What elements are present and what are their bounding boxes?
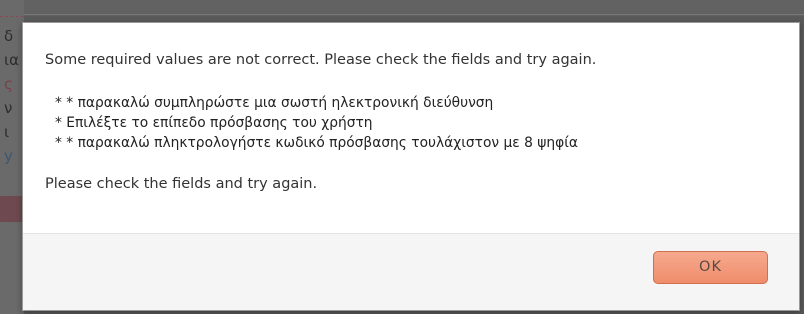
background-char: δ	[4, 27, 14, 45]
background-highlight-box	[0, 196, 22, 222]
background-text-fragments: δ ια ς ν ι y	[4, 24, 22, 168]
error-message: Some required values are not correct. Pl…	[45, 52, 597, 68]
background-dashed-border	[0, 16, 24, 19]
background-char: y	[4, 147, 13, 165]
error-item-access-level: * Επιλέξτε το επίπεδο πρόσβασης του χρήσ…	[55, 115, 373, 131]
background-char: ια	[4, 51, 19, 69]
background-char: ς	[4, 75, 13, 93]
background-divider	[24, 14, 804, 15]
ok-button[interactable]: OK	[653, 251, 768, 284]
footer-message: Please check the fields and try again.	[45, 176, 318, 192]
dialog-content: Some required values are not correct. Pl…	[23, 23, 799, 234]
error-item-email: * * παρακαλώ συμπληρώστε μια σωστή ηλεκτ…	[55, 95, 494, 111]
background-char: ι	[4, 123, 10, 141]
validation-error-dialog: Some required values are not correct. Pl…	[22, 22, 800, 311]
error-list: * * παρακαλώ συμπληρώστε μια σωστή ηλεκτ…	[45, 93, 777, 153]
background-char: ν	[4, 99, 13, 117]
dialog-button-pane: OK	[23, 233, 799, 310]
error-item-password: * * παρακαλώ πληκτρολογήστε κωδικό πρόσβ…	[55, 135, 578, 151]
